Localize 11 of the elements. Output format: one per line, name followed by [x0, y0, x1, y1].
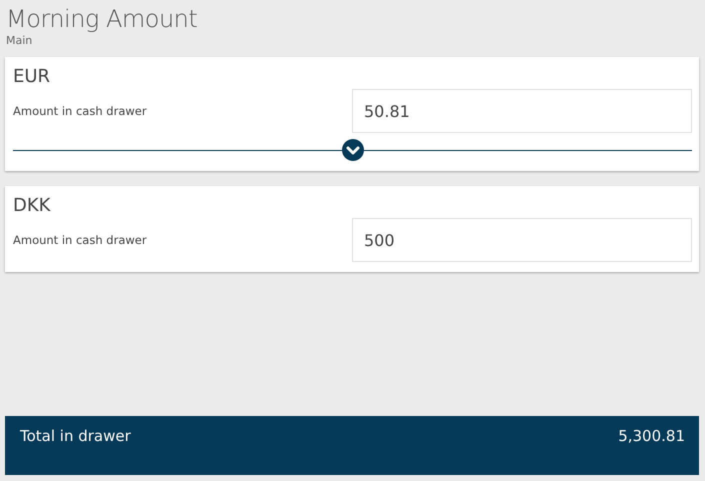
amount-field[interactable]: 500	[352, 218, 692, 262]
page-subtitle: Main	[6, 34, 34, 47]
currency-code: EUR	[13, 65, 52, 89]
field-label: Amount in cash drawer	[13, 233, 147, 247]
amount-field[interactable]: 50.81	[352, 89, 692, 133]
total-label: Total in drawer	[20, 427, 131, 445]
total-value: 5,300.81	[618, 427, 685, 445]
currency-code: DKK	[13, 194, 52, 218]
expand-toggle-icon[interactable]	[342, 139, 364, 161]
page-title: Morning Amount	[6, 4, 198, 34]
field-label: Amount in cash drawer	[13, 104, 147, 118]
